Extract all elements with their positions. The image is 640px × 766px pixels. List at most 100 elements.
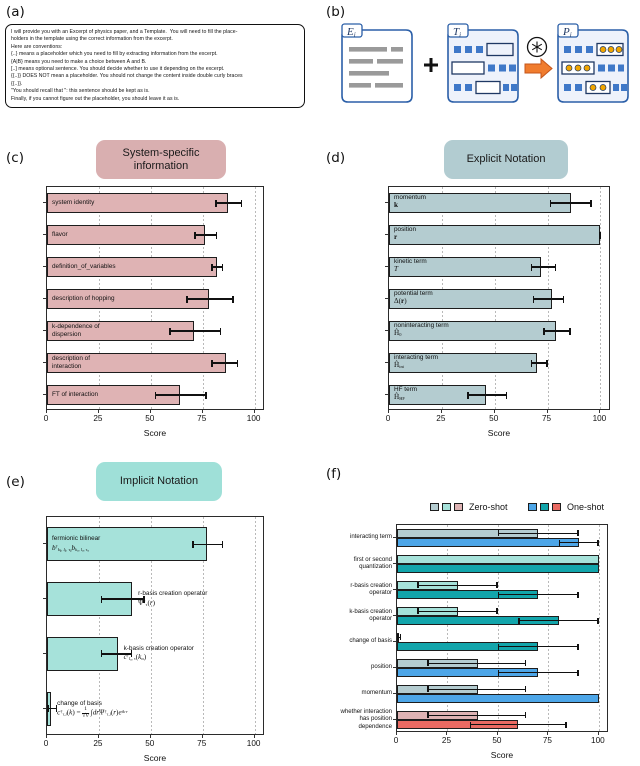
error-cap	[577, 643, 579, 650]
y-tick	[43, 234, 46, 235]
error-cap	[497, 591, 500, 598]
prompt-line: {{..}}.	[11, 80, 23, 87]
y-tick	[393, 693, 396, 694]
error-bar	[497, 645, 579, 648]
x-tick-label: 100	[246, 739, 261, 748]
panel-c-letter: (c)	[6, 150, 24, 166]
panel-e-plot-area: fermionic bilinear b†kβ, lβ, τβbkα, lα, τ…	[46, 516, 264, 735]
error-cap	[221, 263, 224, 271]
x-tick-label: 75	[197, 414, 207, 423]
x-tick	[547, 732, 549, 735]
error-cap	[211, 263, 213, 271]
error-bar	[100, 598, 145, 600]
panel-f-plot-area	[396, 524, 608, 732]
error-bar	[192, 543, 224, 546]
prompt-line: [..] means optional sentence. You should…	[11, 66, 225, 73]
error-cap	[577, 530, 579, 537]
x-tick	[253, 410, 255, 413]
x-tick-label: 0	[385, 414, 391, 423]
x-tick	[46, 735, 47, 738]
panel-d-letter: (d)	[326, 150, 346, 166]
bar	[389, 289, 552, 309]
plus-icon	[424, 58, 438, 72]
panel-f-x-axis-title: Score	[490, 750, 514, 760]
error-bar	[194, 234, 218, 236]
legend-label: Zero-shot	[469, 502, 508, 512]
error-cap	[599, 231, 601, 239]
error-cap	[532, 295, 535, 303]
x-tick	[201, 735, 203, 738]
error-cap	[497, 530, 500, 537]
panel-a-prompt: (a) I will provide you with an Excerpt o…	[0, 0, 320, 128]
error-bar	[497, 532, 579, 535]
bar	[397, 554, 599, 564]
error-cap	[240, 199, 243, 207]
y-tick	[393, 589, 396, 590]
error-bar	[427, 688, 527, 691]
y-tick	[43, 266, 46, 267]
y-tick	[43, 394, 46, 395]
bar	[389, 257, 542, 277]
panel-c-plot-area: system identity flavor definition_of_varia…	[46, 186, 264, 410]
panel-c-x-axis-title: Score	[143, 428, 167, 438]
y-tick	[385, 330, 388, 331]
legend-item-zero-shot: Zero-shot	[430, 502, 508, 512]
error-cap	[417, 582, 419, 589]
error-cap	[215, 199, 217, 207]
y-tick	[393, 667, 396, 668]
error-cap	[467, 391, 469, 399]
panel-a-letter: (a)	[6, 4, 25, 20]
y-axis-label: r-basis creation operator	[350, 581, 392, 596]
bar	[47, 257, 218, 277]
panel-e-title: Implicit Notation	[119, 475, 199, 487]
error-bar	[558, 541, 599, 544]
y-tick	[393, 563, 396, 564]
error-bar	[532, 298, 565, 300]
error-cap	[427, 686, 429, 693]
y-tick	[43, 543, 46, 545]
error-cap	[569, 327, 571, 335]
bar	[389, 225, 601, 245]
x-tick	[97, 410, 99, 413]
x-tick-label: 25	[93, 414, 103, 423]
x-tick	[201, 410, 203, 413]
error-cap	[215, 231, 218, 239]
error-cap	[232, 295, 234, 303]
x-tick	[446, 732, 448, 735]
error-cap	[554, 263, 557, 271]
panel-d-plot-area: momentum k position r kinetic term Tpotential…	[388, 186, 610, 410]
arrow-right-icon	[524, 57, 553, 80]
panel-c-title-pill: System-specific information	[96, 140, 226, 179]
y-tick	[385, 298, 388, 299]
panel-e-chart: (e) Implicit Notation fermionic bilinear…	[0, 450, 320, 766]
error-bar	[530, 362, 548, 364]
x-tick-label: 25	[441, 736, 452, 745]
error-bar	[169, 330, 222, 332]
bar	[389, 353, 537, 373]
error-bar	[467, 394, 508, 396]
error-cap	[597, 539, 599, 546]
error-cap	[543, 327, 545, 335]
error-bar	[417, 584, 498, 587]
y-tick	[385, 202, 388, 203]
error-cap	[577, 669, 579, 676]
error-cap	[597, 617, 599, 624]
error-cap	[143, 595, 145, 603]
y-tick	[393, 537, 396, 538]
y-tick	[393, 641, 396, 642]
legend-swatch	[430, 503, 439, 511]
x-tick-label: 75	[197, 739, 207, 748]
panel-c-title-line1: System-specific	[122, 146, 200, 159]
error-bar	[215, 202, 243, 204]
y-axis-label: first or second quantization	[353, 555, 392, 570]
x-tick	[46, 410, 47, 413]
bar	[389, 321, 557, 341]
gridline	[598, 525, 600, 731]
prompt-line: {A|B} means you need to make a choice be…	[11, 58, 147, 65]
x-tick	[493, 410, 495, 413]
error-cap	[469, 721, 472, 728]
error-cap	[565, 721, 567, 728]
error-cap	[205, 391, 207, 399]
error-cap	[194, 231, 196, 239]
legend-label: One-shot	[567, 502, 605, 512]
